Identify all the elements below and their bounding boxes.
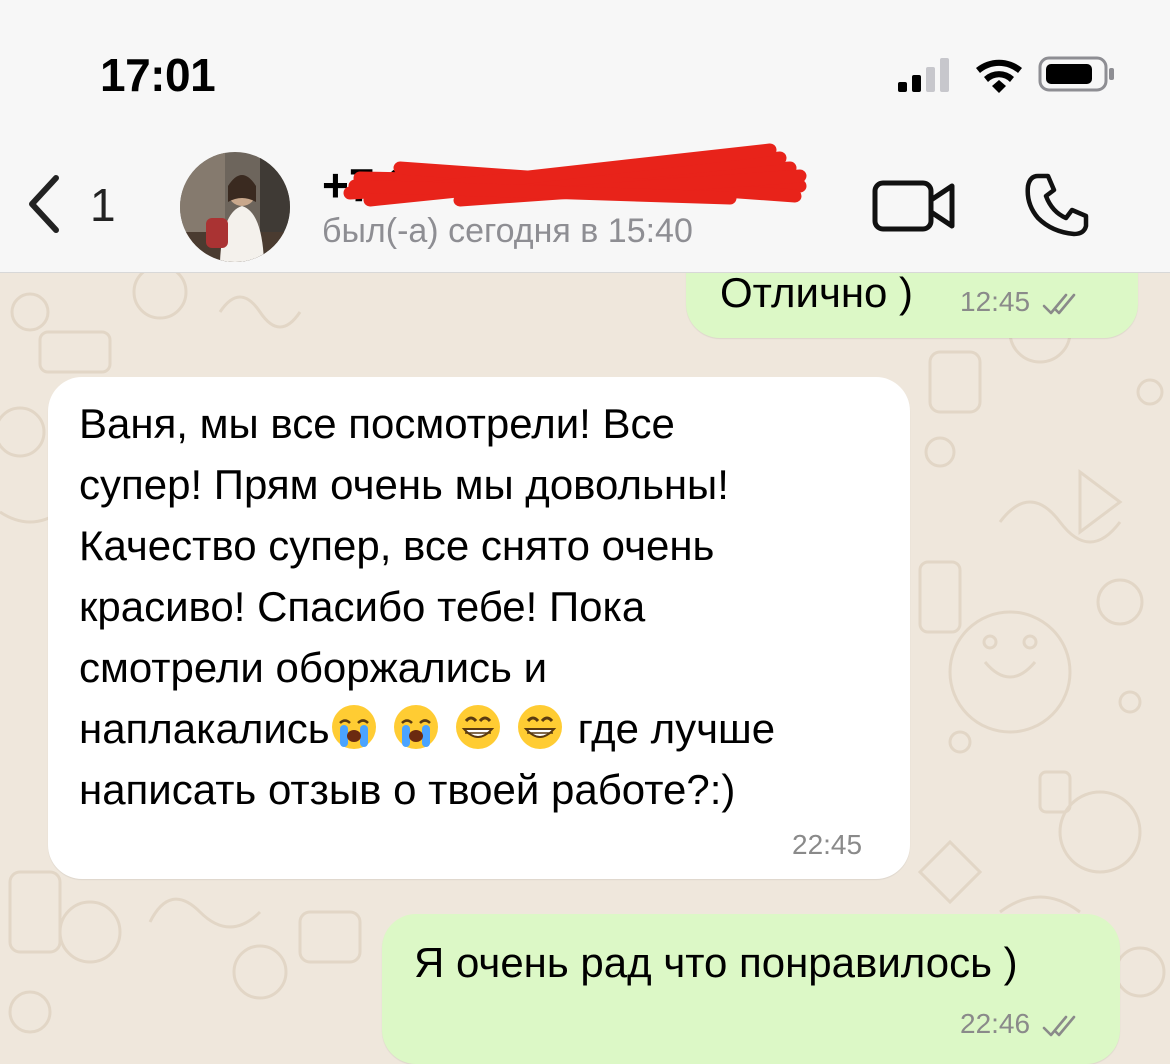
- loudly-crying-face-emoji: [393, 705, 438, 749]
- redaction-scribble: [343, 143, 807, 207]
- contact-avatar[interactable]: [180, 152, 290, 262]
- message-line: написать отзыв о твоей работе?:): [79, 766, 736, 813]
- unread-count: 1: [90, 179, 116, 231]
- battery-icon: [1038, 56, 1114, 92]
- message-time: 22:45: [792, 829, 863, 860]
- back-chevron-icon: [29, 175, 59, 233]
- back-button[interactable]: 1: [24, 172, 154, 242]
- message-meta: 12:45: [960, 286, 1082, 318]
- message-text: Я очень рад что понравилось ): [414, 939, 1018, 986]
- message-text: Ваня, мы все посмотрели! Все супер! Прям…: [79, 393, 899, 820]
- message-line: Ваня, мы все посмотрели! Все: [79, 400, 675, 447]
- signal-icon: [898, 58, 949, 92]
- message-time: 12:45: [960, 286, 1031, 317]
- double-check-icon: [1042, 293, 1076, 314]
- grinning-face-emoji: [455, 705, 500, 749]
- message-line: красиво! Спасибо тебе! Пока: [79, 583, 646, 630]
- video-call-icon: [872, 180, 955, 232]
- message-time: 22:46: [960, 1008, 1031, 1039]
- message-bubble-outgoing[interactable]: Я очень рад что понравилось ) 22:46: [382, 914, 1120, 1064]
- message-meta: 22:46: [960, 1008, 1082, 1040]
- message-line: наплакались где лучше: [79, 698, 899, 759]
- status-bar-icons: [898, 54, 1118, 94]
- phone-icon: [1025, 173, 1089, 237]
- message-line: смотрели оборжались и: [79, 644, 548, 691]
- message-fragment: где лучше: [577, 705, 776, 752]
- status-bar-time: 17:01: [100, 49, 216, 101]
- wifi-icon: [976, 59, 1022, 93]
- grinning-face-emoji: [517, 705, 562, 749]
- message-line: супер! Прям очень мы довольны!: [79, 461, 729, 508]
- message-bubble-incoming[interactable]: Ваня, мы все посмотрели! Все супер! Прям…: [48, 377, 910, 879]
- chat-header: 17:01 1 +7 9 был(-а) сегодня в 15:40: [0, 0, 1170, 273]
- message-line: Качество супер, все снято очень: [79, 522, 715, 569]
- last-seen-status: был(-а) сегодня в 15:40: [322, 212, 693, 250]
- voice-call-button[interactable]: [1024, 172, 1090, 238]
- message-fragment: наплакались: [79, 705, 330, 752]
- video-call-button[interactable]: [872, 178, 956, 234]
- double-check-icon: [1042, 1015, 1076, 1036]
- loudly-crying-face-emoji: [331, 705, 376, 749]
